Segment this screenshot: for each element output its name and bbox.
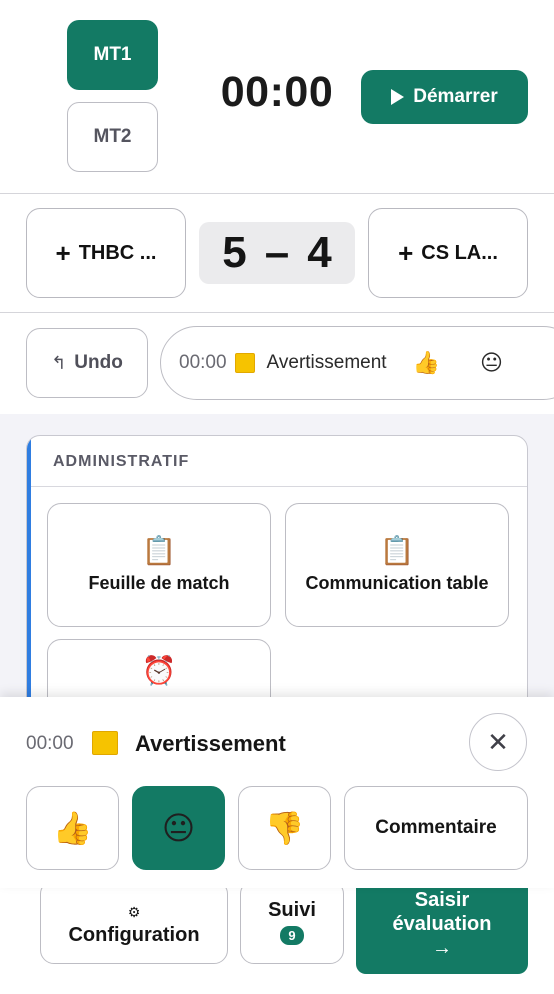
event-detail-sheet: 00:00 Avertissement ✕ 👍 😐 👎 Commentaire [0, 697, 554, 888]
away-team-name: CS LA... [421, 241, 498, 264]
thumbs-up-icon: 👍 [412, 350, 440, 375]
scoreboard: 5 – 4 [199, 222, 355, 284]
suivi-button[interactable]: Suivi 9 [240, 880, 344, 964]
home-team-button[interactable]: + THBC ... [26, 208, 186, 298]
sheet-event-title: Avertissement [135, 731, 286, 756]
thumbs-up-icon: 👍 [52, 810, 93, 846]
neutral-face-icon: 😐 [161, 810, 196, 846]
divider [31, 486, 527, 487]
score-separator: – [264, 228, 290, 277]
score-home: 5 [222, 228, 247, 277]
sheet-event-time: 00:00 [26, 733, 74, 754]
divider [0, 193, 554, 194]
admin-section-title: ADMINISTRATIF [53, 453, 190, 470]
admin-panel: ADMINISTRATIF 📋 Feuille de match 📋 Commu… [26, 435, 528, 735]
last-event-chip[interactable]: 00:00 Avertissement 👍 😐 [160, 326, 554, 400]
comment-label: Commentaire [375, 817, 497, 838]
yellow-card-icon [234, 353, 255, 373]
eval-label-line2: évaluation [392, 913, 492, 935]
undo-icon: ↰ [51, 352, 67, 373]
comment-button[interactable]: Commentaire [344, 786, 528, 870]
half-2-button[interactable]: MT2 [67, 102, 158, 172]
undo-label: Undo [74, 352, 123, 373]
close-button[interactable]: ✕ [469, 713, 527, 771]
saisir-evaluation-button[interactable]: Saisir évaluation → [356, 874, 528, 974]
close-icon: ✕ [487, 726, 509, 757]
thumbs-down-icon: 👎 [264, 810, 305, 846]
yellow-card-icon [92, 731, 118, 755]
start-button[interactable]: Démarrer [361, 70, 528, 124]
plus-icon: + [398, 238, 414, 268]
feuille-de-match-tile[interactable]: 📋 Feuille de match [47, 503, 271, 627]
divider [0, 312, 554, 313]
score-away: 4 [307, 228, 332, 277]
rating-negative-button[interactable]: 👎 [238, 786, 331, 870]
alarm-clock-icon: ⏰ [141, 655, 177, 686]
half-1-button[interactable]: MT1 [67, 20, 158, 90]
neutral-face-icon: 😐 [479, 350, 503, 375]
tile-label: Feuille de match [88, 573, 230, 593]
start-label: Démarrer [413, 86, 498, 107]
event-label: Avertissement [266, 352, 387, 373]
communication-table-tile[interactable]: 📋 Communication table [285, 503, 509, 627]
tile-label: Communication table [305, 573, 489, 593]
match-timer: 00:00 [220, 68, 334, 116]
undo-button[interactable]: ↰ Undo [26, 328, 148, 398]
suivi-count-badge: 9 [280, 926, 304, 945]
gear-icon: ⚙ [127, 904, 141, 920]
configuration-label: Configuration [68, 924, 200, 946]
arrow-right-icon: → [432, 937, 452, 959]
home-team-name: THBC ... [78, 241, 157, 264]
clipboard-icon: 📋 [141, 535, 177, 566]
clipboard-icon: 📋 [379, 535, 415, 566]
rating-positive-button[interactable]: 👍 [26, 786, 119, 870]
suivi-label: Suivi [268, 899, 316, 921]
plus-icon: + [55, 238, 71, 268]
configuration-button[interactable]: ⚙ Configuration [40, 880, 228, 964]
play-icon [391, 89, 405, 105]
event-time: 00:00 [179, 352, 227, 373]
eval-label-line1: Saisir [414, 889, 470, 911]
rating-neutral-button[interactable]: 😐 [132, 786, 225, 870]
away-team-button[interactable]: + CS LA... [368, 208, 528, 298]
panel-accent-bar [27, 436, 31, 734]
